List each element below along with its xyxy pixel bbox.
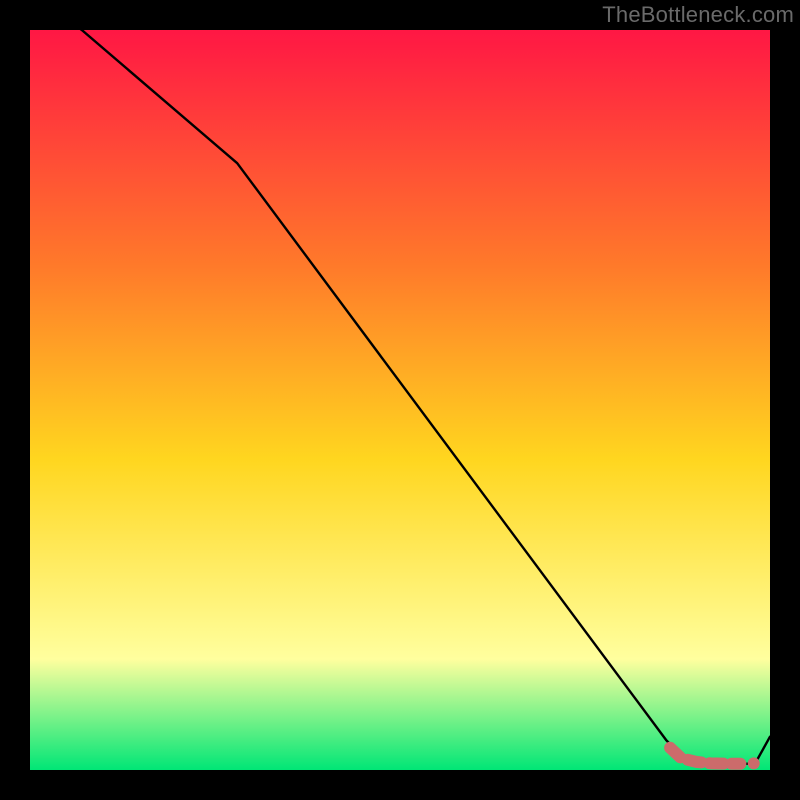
- gradient-background: [30, 30, 770, 770]
- marker-dot: [748, 757, 760, 769]
- watermark-text: TheBottleneck.com: [602, 2, 794, 28]
- chart-svg: [30, 30, 770, 770]
- plot-area: [30, 30, 770, 770]
- chart-stage: TheBottleneck.com: [0, 0, 800, 800]
